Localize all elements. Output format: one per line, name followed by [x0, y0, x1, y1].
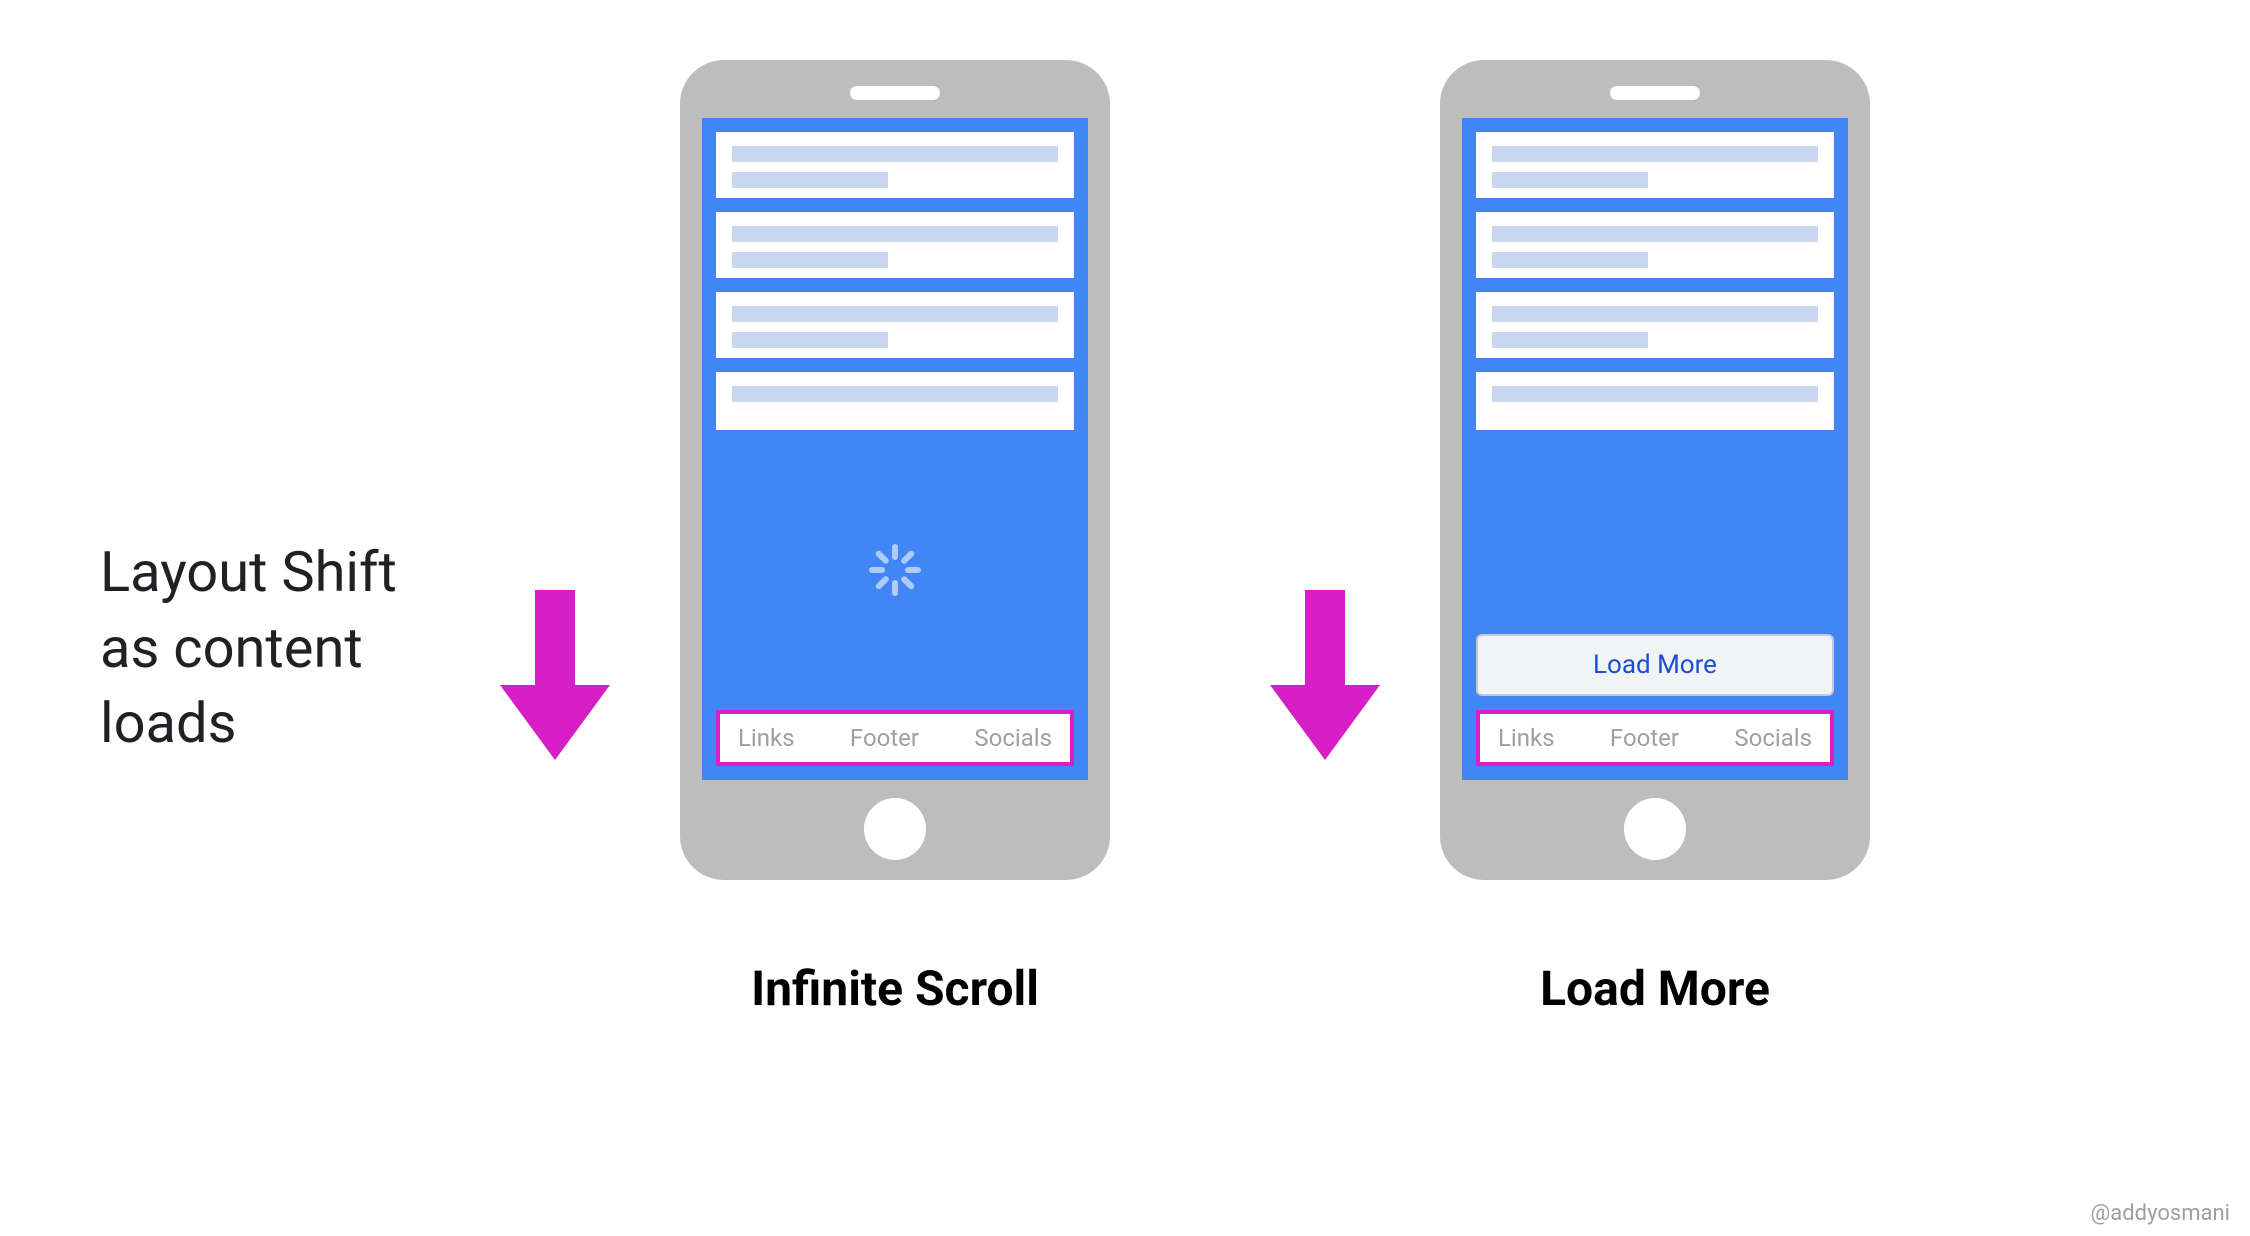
- credit-handle: @addyosmani: [2091, 1201, 2230, 1226]
- footer-link-socials[interactable]: Socials: [974, 724, 1052, 752]
- layout-shift-label: Layout Shift as content loads: [100, 535, 397, 762]
- content-card: [1476, 132, 1834, 198]
- content-card: [1476, 292, 1834, 358]
- content-card-partial: [1476, 372, 1834, 430]
- caption-infinite-scroll: Infinite Scroll: [680, 960, 1110, 1017]
- skeleton-line: [732, 146, 1058, 162]
- phone-speaker: [850, 86, 940, 100]
- content-card-partial: [716, 372, 1074, 430]
- skeleton-line: [732, 386, 1058, 402]
- content-card: [716, 212, 1074, 278]
- skeleton-line: [1492, 386, 1818, 402]
- content-card: [1476, 212, 1834, 278]
- label-line-3: loads: [100, 686, 397, 762]
- footer-link-socials[interactable]: Socials: [1734, 724, 1812, 752]
- footer-link-links[interactable]: Links: [738, 724, 795, 752]
- skeleton-line: [732, 172, 888, 188]
- load-more-button[interactable]: Load More: [1476, 634, 1834, 696]
- footer-bar: Links Footer Socials: [1476, 710, 1834, 766]
- footer-link-links[interactable]: Links: [1498, 724, 1555, 752]
- layout-shift-arrow-left: [500, 590, 610, 760]
- phone-speaker: [1610, 86, 1700, 100]
- caption-load-more: Load More: [1440, 960, 1870, 1017]
- footer-bar: Links Footer Socials: [716, 710, 1074, 766]
- home-button[interactable]: [1624, 798, 1686, 860]
- skeleton-line: [1492, 332, 1648, 348]
- footer-link-footer[interactable]: Footer: [1610, 724, 1679, 752]
- label-line-2: as content: [100, 611, 397, 687]
- skeleton-line: [1492, 226, 1818, 242]
- spinner-icon: [869, 544, 921, 596]
- loading-zone: [716, 444, 1074, 696]
- skeleton-line: [732, 332, 888, 348]
- footer-link-footer[interactable]: Footer: [850, 724, 919, 752]
- skeleton-line: [1492, 172, 1648, 188]
- phone-screen: Load More Links Footer Socials: [1462, 118, 1848, 780]
- phone-load-more: Load More Links Footer Socials: [1440, 60, 1870, 880]
- skeleton-line: [1492, 146, 1818, 162]
- skeleton-line: [732, 252, 888, 268]
- skeleton-line: [732, 306, 1058, 322]
- label-line-1: Layout Shift: [100, 535, 397, 611]
- content-card: [716, 292, 1074, 358]
- layout-shift-arrow-right: [1270, 590, 1380, 760]
- phone-screen: Links Footer Socials: [702, 118, 1088, 780]
- skeleton-line: [1492, 306, 1818, 322]
- content-card: [716, 132, 1074, 198]
- skeleton-line: [732, 226, 1058, 242]
- phone-infinite-scroll: Links Footer Socials: [680, 60, 1110, 880]
- home-button[interactable]: [864, 798, 926, 860]
- skeleton-line: [1492, 252, 1648, 268]
